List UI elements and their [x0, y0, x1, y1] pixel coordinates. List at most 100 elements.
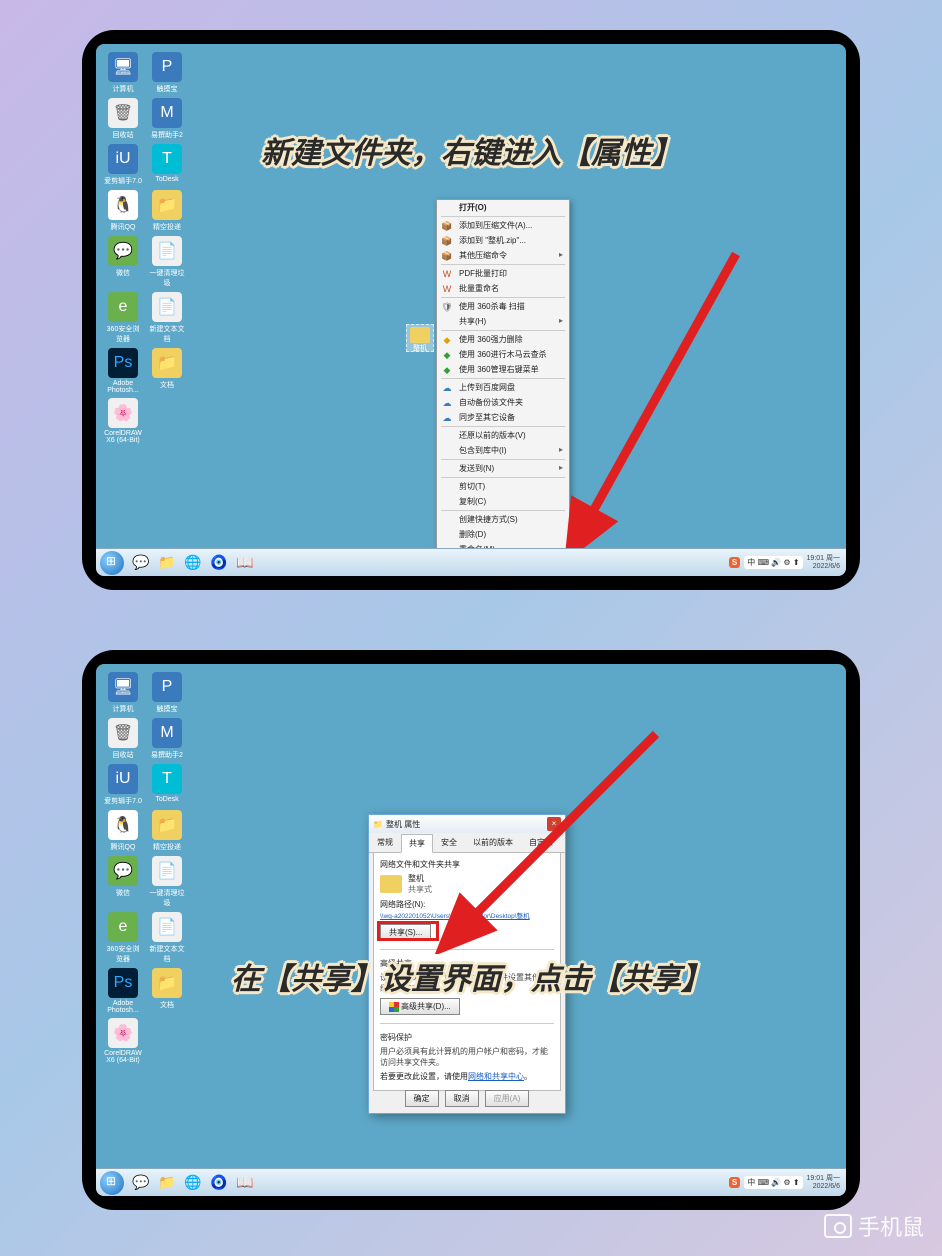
desktop-icon[interactable]: 📄新建文本文档: [148, 912, 186, 964]
taskbar-pinned-app[interactable]: 💬: [130, 1172, 152, 1194]
desktop-icon[interactable]: 🖥计算机: [104, 52, 142, 94]
dialog-tab[interactable]: 以前的版本: [465, 833, 521, 852]
context-menu-item[interactable]: 复制(C): [437, 494, 569, 509]
network-path-value[interactable]: \\wg-a202201052\Users\Administrator\Desk…: [380, 910, 554, 920]
app-icon: 💬: [108, 856, 138, 886]
desktop-icon[interactable]: M易撰助手2: [148, 718, 186, 760]
desktop-icon[interactable]: PsAdobe Photosh...: [104, 968, 142, 1014]
section-network-share: 网络文件和文件夹共享: [380, 859, 554, 870]
watermark-text: 手机鼠: [858, 1210, 924, 1242]
app-icon: e: [108, 292, 138, 322]
taskbar-pinned-app[interactable]: 💬: [130, 552, 152, 574]
taskbar-pinned-app[interactable]: 📖: [234, 552, 256, 574]
context-menu-item[interactable]: ☁自动备份该文件夹: [437, 395, 569, 410]
desktop-icon[interactable]: PsAdobe Photosh...: [104, 348, 142, 394]
dialog-tab[interactable]: 共享: [401, 834, 433, 853]
desktop-icon[interactable]: [148, 398, 186, 444]
desktop-icon[interactable]: 📁文档: [148, 968, 186, 1014]
desktop-icon[interactable]: 📁精空投递: [148, 190, 186, 232]
desktop-icon[interactable]: 📁精空投递: [148, 810, 186, 852]
context-menu-item[interactable]: ☁同步至其它设备: [437, 410, 569, 425]
app-icon: Ps: [108, 348, 138, 378]
start-button[interactable]: [100, 551, 124, 575]
context-menu-item[interactable]: WPDF批量打印: [437, 266, 569, 281]
context-menu-item[interactable]: ◆使用 360进行木马云查杀: [437, 347, 569, 362]
context-menu-item[interactable]: 📦添加到压缩文件(A)...: [437, 218, 569, 233]
context-menu-item[interactable]: 创建快捷方式(S): [437, 512, 569, 527]
clock-time: 19:01 周一: [807, 555, 840, 563]
desktop-icon[interactable]: 🗑回收站: [104, 98, 142, 140]
context-menu-item[interactable]: 打开(O): [437, 200, 569, 215]
desktop-icon[interactable]: 📄一键清理垃圾: [148, 236, 186, 288]
desktop-icon[interactable]: 📄一键清理垃圾: [148, 856, 186, 908]
watermark: 手机鼠: [824, 1210, 924, 1242]
menu-item-icon: 🛡: [440, 300, 454, 314]
context-menu-item[interactable]: ◆使用 360管理右键菜单: [437, 362, 569, 377]
menu-separator: [441, 378, 565, 379]
desktop-icon[interactable]: [148, 1018, 186, 1064]
network-center-link[interactable]: 网络和共享中心: [468, 1072, 524, 1081]
apply-button[interactable]: 应用(A): [485, 1090, 530, 1107]
dialog-tab[interactable]: 常规: [369, 833, 401, 852]
context-menu-item[interactable]: 📦其他压缩命令▸: [437, 248, 569, 263]
desktop-icon[interactable]: 🖥计算机: [104, 672, 142, 714]
menu-item-label: 添加到压缩文件(A)...: [459, 221, 532, 230]
sogou-ime-icon[interactable]: S: [729, 557, 740, 568]
context-menu-item[interactable]: W批量重命名: [437, 281, 569, 296]
desktop-icon[interactable]: P触摸宝: [148, 52, 186, 94]
context-menu-item[interactable]: 删除(D): [437, 527, 569, 542]
cancel-button[interactable]: 取消: [445, 1090, 479, 1107]
context-menu-item[interactable]: 共享(H)▸: [437, 314, 569, 329]
desktop-icon[interactable]: 🐧腾讯QQ: [104, 810, 142, 852]
context-menu-item[interactable]: 包含到库中(I)▸: [437, 443, 569, 458]
network-path-label: 网络路径(N):: [380, 899, 554, 910]
desktop-icon[interactable]: iU爱剪辑手7.0: [104, 764, 142, 806]
context-menu-item[interactable]: ◆使用 360强力删除: [437, 332, 569, 347]
desktop-icon[interactable]: 🌸CorelDRAW X6 (64-Bit): [104, 398, 142, 444]
app-icon: 📄: [152, 236, 182, 266]
desktop-icon[interactable]: P触摸宝: [148, 672, 186, 714]
context-menu-item[interactable]: 📦添加到 "整机.zip"...: [437, 233, 569, 248]
start-button-2[interactable]: [100, 1171, 124, 1195]
selected-folder[interactable]: 整机: [406, 324, 434, 352]
desktop-icon[interactable]: M易撰助手2: [148, 98, 186, 140]
context-menu-item[interactable]: ☁上传到百度网盘: [437, 380, 569, 395]
ok-button[interactable]: 确定: [405, 1090, 439, 1107]
context-menu-item[interactable]: 🛡使用 360杀毒 扫描: [437, 299, 569, 314]
desktop-icon[interactable]: 🐧腾讯QQ: [104, 190, 142, 232]
taskbar-clock[interactable]: 19:01 周一 2022/6/6: [807, 555, 840, 570]
dialog-tab[interactable]: 自定义: [521, 833, 561, 852]
icon-label: 文档: [148, 1000, 186, 1010]
desktop-icon[interactable]: 💬微信: [104, 856, 142, 908]
taskbar-pinned-app[interactable]: 🌐: [182, 1172, 204, 1194]
close-button[interactable]: ×: [547, 817, 561, 831]
app-icon: iU: [108, 764, 138, 794]
taskbar-pinned-app[interactable]: 📁: [156, 1172, 178, 1194]
desktop-icon[interactable]: 📄新建文本文档: [148, 292, 186, 344]
context-menu-item[interactable]: 剪切(T): [437, 479, 569, 494]
desktop-icon[interactable]: 🗑回收站: [104, 718, 142, 760]
dialog-tab[interactable]: 安全: [433, 833, 465, 852]
taskbar-pinned-app[interactable]: 🧿: [208, 1172, 230, 1194]
context-menu-item[interactable]: 还原以前的版本(V): [437, 428, 569, 443]
taskbar-pinned-app[interactable]: 🧿: [208, 552, 230, 574]
desktop-icon[interactable]: 📁文档: [148, 348, 186, 394]
taskbar-pinned-app[interactable]: 📖: [234, 1172, 256, 1194]
desktop-icon[interactable]: e360安全浏览器: [104, 912, 142, 964]
desktop-icon[interactable]: 🌸CorelDRAW X6 (64-Bit): [104, 1018, 142, 1064]
share-state: 共享式: [408, 884, 432, 895]
taskbar-clock-2[interactable]: 19:01 周一 2022/6/6: [807, 1175, 840, 1190]
desktop-icon[interactable]: 💬微信: [104, 236, 142, 288]
desktop-icon[interactable]: e360安全浏览器: [104, 292, 142, 344]
ime-status[interactable]: 中 ⌨ 🔊 ⚙ ⬆: [744, 556, 802, 569]
context-menu-item[interactable]: 发送到(N)▸: [437, 461, 569, 476]
desktop-icon[interactable]: TToDesk: [148, 764, 186, 806]
desktop-icons-grid: 🖥计算机P触摸宝🗑回收站M易撰助手2iU爱剪辑手7.0TToDesk🐧腾讯QQ📁…: [104, 52, 186, 444]
desktop-icon[interactable]: TToDesk: [148, 144, 186, 186]
taskbar-pinned-app[interactable]: 📁: [156, 552, 178, 574]
desktop-icon[interactable]: iU爱剪辑手7.0: [104, 144, 142, 186]
taskbar-pinned-app[interactable]: 🌐: [182, 552, 204, 574]
sogou-ime-icon-2[interactable]: S: [729, 1177, 740, 1188]
advanced-share-button[interactable]: 高级共享(D)...: [380, 998, 460, 1015]
ime-status-2[interactable]: 中 ⌨ 🔊 ⚙ ⬆: [744, 1176, 802, 1189]
